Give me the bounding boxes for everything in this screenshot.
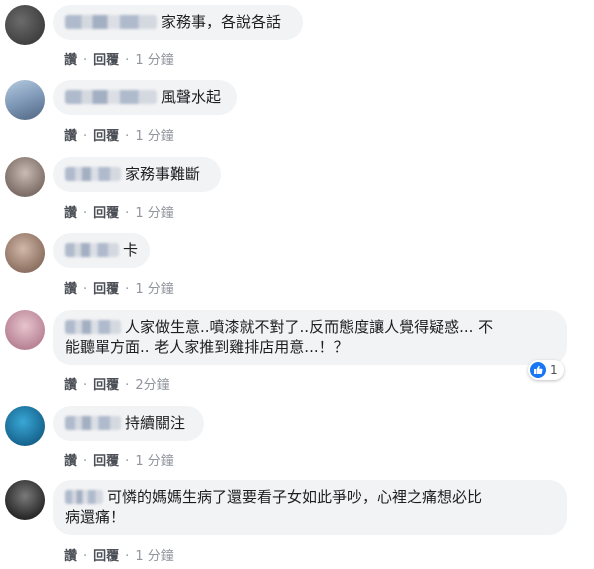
like-link[interactable]: 讚 [64,549,77,564]
comment-text-line2: 能聽單方面.. 老人家推到雞排店用意...！？ [65,338,349,356]
avatar[interactable] [5,233,45,273]
reply-link[interactable]: 回覆 [93,206,119,221]
comment-text: 家務事難斷 [125,165,201,183]
like-link[interactable]: 讚 [64,282,77,297]
comment-text: 風聲水起 [161,88,222,106]
commenter-name-blurred[interactable] [65,90,157,104]
reply-link[interactable]: 回覆 [93,53,119,68]
like-link[interactable]: 讚 [64,206,77,221]
reaction-count: 1 [550,363,558,377]
timestamp[interactable]: 2分鐘 [135,378,169,393]
reply-link[interactable]: 回覆 [93,549,119,564]
avatar[interactable] [5,80,45,120]
comment-bubble: 可憐的媽媽生病了還要看子女如此爭吵，心裡之痛想必比 病還痛！ [53,480,567,535]
comment-text: 卡 [123,241,139,259]
like-link[interactable]: 讚 [64,129,77,144]
comment-text-line1: 可憐的媽媽生病了還要看子女如此爭吵，心裡之痛想必比 [107,488,483,506]
comment-actions: 讚 · 回覆 · 1 分鐘 [64,282,174,297]
reply-link[interactable]: 回覆 [93,282,119,297]
timestamp[interactable]: 1 分鐘 [135,129,173,144]
like-link[interactable]: 讚 [64,378,77,393]
timestamp[interactable]: 1 分鐘 [135,206,173,221]
comment-bubble: 卡 [53,233,150,268]
timestamp[interactable]: 1 分鐘 [135,454,173,469]
timestamp[interactable]: 1 分鐘 [135,282,173,297]
comment-text-line1: 人家做生意..噴漆就不對了..反而態度讓人覺得疑惑... 不 [125,318,494,336]
comment-actions: 讚 · 回覆 · 1 分鐘 [64,454,174,469]
comment-actions: 讚 · 回覆 · 2分鐘 [64,378,170,393]
commenter-name-blurred[interactable] [65,490,103,504]
comment-text: 家務事，各說各話 [161,13,282,31]
timestamp[interactable]: 1 分鐘 [135,549,173,564]
comment-bubble: 人家做生意..噴漆就不對了..反而態度讓人覺得疑惑... 不 能聽單方面.. 老… [53,310,567,365]
avatar[interactable] [5,157,45,197]
comment-actions: 讚 · 回覆 · 1 分鐘 [64,53,174,68]
commenter-name-blurred[interactable] [65,167,121,181]
reaction-count-badge[interactable]: 1 [528,360,564,380]
comment-text-line2: 病還痛！ [65,508,126,526]
avatar[interactable] [5,310,45,350]
commenter-name-blurred[interactable] [65,320,121,334]
comment-bubble: 持續關注 [53,406,204,441]
reply-link[interactable]: 回覆 [93,129,119,144]
avatar[interactable] [5,406,45,446]
commenter-name-blurred[interactable] [65,416,121,430]
commenter-name-blurred[interactable] [65,243,119,257]
commenter-name-blurred[interactable] [65,15,157,29]
comment-bubble: 家務事難斷 [53,157,221,192]
like-link[interactable]: 讚 [64,53,77,68]
reply-link[interactable]: 回覆 [93,454,119,469]
comment-actions: 讚 · 回覆 · 1 分鐘 [64,549,174,564]
timestamp[interactable]: 1 分鐘 [135,53,173,68]
like-icon [530,362,546,378]
comment-text: 持續關注 [125,414,186,432]
comment-bubble: 風聲水起 [53,80,237,115]
avatar[interactable] [5,5,45,45]
like-link[interactable]: 讚 [64,454,77,469]
comment-actions: 讚 · 回覆 · 1 分鐘 [64,206,174,221]
comment-bubble: 家務事，各說各話 [53,5,303,40]
comment-actions: 讚 · 回覆 · 1 分鐘 [64,129,174,144]
avatar[interactable] [5,480,45,520]
reply-link[interactable]: 回覆 [93,378,119,393]
